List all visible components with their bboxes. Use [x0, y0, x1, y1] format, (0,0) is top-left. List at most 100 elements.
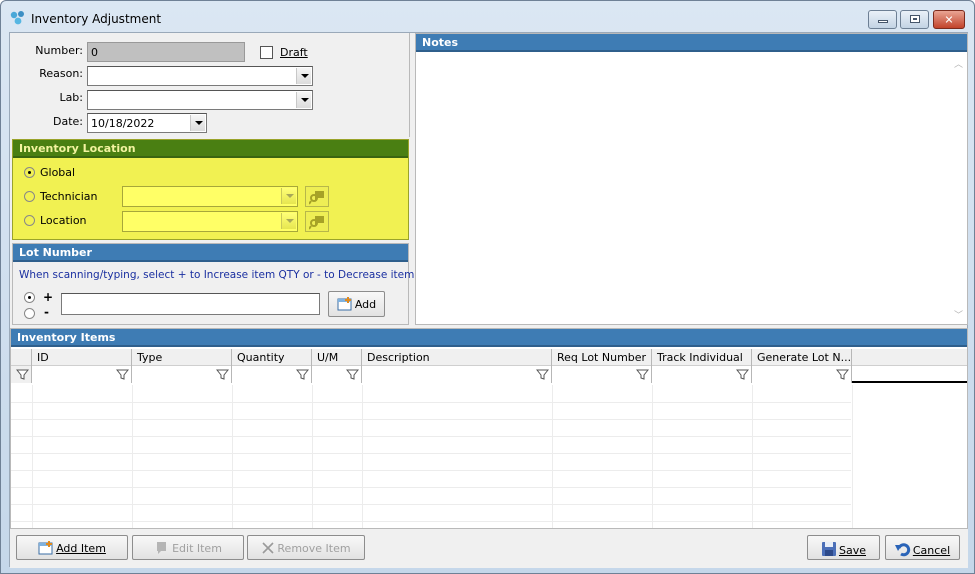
- draft-checkbox[interactable]: [260, 46, 273, 59]
- notes-scrollbar[interactable]: ︿ ﹀: [950, 54, 967, 324]
- technician-lookup-button[interactable]: [305, 186, 329, 207]
- inventory-location-panel: Inventory Location Global Technician Loc…: [12, 139, 409, 240]
- lab-select[interactable]: [87, 90, 313, 110]
- filter-cell-type[interactable]: [132, 366, 232, 383]
- column-header-description[interactable]: Description: [362, 349, 552, 366]
- global-radio[interactable]: [24, 167, 35, 178]
- grid-column-line: [232, 385, 233, 528]
- grid-row-line: [11, 521, 851, 522]
- column-header-type[interactable]: Type: [132, 349, 232, 366]
- filter-cell-generate-lot-number[interactable]: [752, 366, 852, 383]
- chevron-down-icon[interactable]: [296, 92, 311, 108]
- date-picker[interactable]: 10/18/2022: [87, 113, 207, 133]
- scroll-down-icon[interactable]: ﹀: [954, 308, 963, 321]
- add-icon: [337, 297, 352, 311]
- lot-number-panel: Lot Number When scanning/typing, select …: [12, 243, 439, 325]
- undo-icon: [894, 543, 911, 557]
- edit-item-button[interactable]: Edit Item: [132, 535, 244, 560]
- lot-add-button[interactable]: Add: [328, 291, 385, 317]
- filter-cell-description[interactable]: [362, 366, 552, 383]
- draft-label[interactable]: Draft: [280, 46, 308, 59]
- decrease-radio[interactable]: [24, 308, 35, 319]
- filter-cell-selector[interactable]: [11, 366, 32, 383]
- lookup-icon: [309, 216, 324, 230]
- filter-icon[interactable]: [346, 368, 359, 381]
- filter-cell-quantity[interactable]: [232, 366, 312, 383]
- grid-row-line: [11, 402, 851, 403]
- grid-column-line: [312, 385, 313, 528]
- filter-icon[interactable]: [636, 368, 649, 381]
- chevron-down-icon[interactable]: [190, 115, 205, 131]
- minimize-button[interactable]: [868, 10, 897, 29]
- window: Inventory Adjustment ✕ Number: 0 Draft R…: [0, 0, 975, 574]
- column-header-quantity[interactable]: Quantity: [232, 349, 312, 366]
- grid-column-line: [362, 385, 363, 528]
- location-select[interactable]: [122, 211, 298, 232]
- chevron-down-icon[interactable]: [281, 213, 296, 229]
- technician-select[interactable]: [122, 186, 298, 207]
- filter-cell-id[interactable]: [32, 366, 132, 383]
- increase-radio[interactable]: [24, 292, 35, 303]
- technician-label[interactable]: Technician: [40, 190, 97, 203]
- minus-label: -: [44, 305, 49, 319]
- lot-number-header: Lot Number: [13, 244, 408, 262]
- lot-number-input[interactable]: [61, 293, 320, 315]
- minimize-icon: [878, 20, 888, 23]
- reason-select[interactable]: [87, 66, 313, 86]
- inventory-items-panel: Inventory Items ID Type Quantity U/M Des…: [10, 328, 968, 539]
- grid-column-line: [132, 385, 133, 528]
- chevron-down-icon[interactable]: [281, 188, 296, 204]
- column-header-track-individual[interactable]: Track Individual: [652, 349, 752, 366]
- close-icon: ✕: [944, 13, 954, 26]
- date-value: 10/18/2022: [91, 117, 155, 130]
- scroll-up-icon[interactable]: ︿: [954, 57, 963, 70]
- add-item-button[interactable]: Add Item: [16, 535, 128, 560]
- filter-icon[interactable]: [836, 368, 849, 381]
- column-header-req-lot-number[interactable]: Req Lot Number: [552, 349, 652, 366]
- filter-cell-um[interactable]: [312, 366, 362, 383]
- save-icon: [821, 542, 836, 556]
- column-header-generate-lot-number[interactable]: Generate Lot N...: [752, 349, 852, 366]
- filter-cell-req-lot-number[interactable]: [552, 366, 652, 383]
- add-item-label: Add Item: [56, 542, 106, 555]
- close-button[interactable]: ✕: [933, 10, 965, 29]
- cancel-button[interactable]: Cancel: [885, 535, 960, 560]
- location-lookup-button[interactable]: [305, 211, 329, 232]
- location-radio[interactable]: [24, 215, 35, 226]
- filter-icon[interactable]: [736, 368, 749, 381]
- date-label: Date:: [53, 115, 83, 128]
- technician-radio[interactable]: [24, 191, 35, 202]
- grid-row-line: [11, 453, 851, 454]
- grid-filter-row: [11, 366, 967, 383]
- save-button[interactable]: Save: [807, 535, 880, 560]
- header-form: Number: 0 Draft Reason: Lab: Date: 10/18…: [10, 33, 410, 137]
- window-title: Inventory Adjustment: [31, 12, 162, 26]
- filter-icon[interactable]: [536, 368, 549, 381]
- chevron-down-icon[interactable]: [296, 68, 311, 84]
- column-header-id[interactable]: ID: [32, 349, 132, 366]
- grid-header-row: ID Type Quantity U/M Description Req Lot…: [11, 349, 967, 366]
- app-icon: [10, 11, 24, 25]
- global-label[interactable]: Global: [40, 166, 75, 179]
- inventory-items-grid[interactable]: ID Type Quantity U/M Description Req Lot…: [11, 349, 967, 539]
- remove-item-button[interactable]: Remove Item: [247, 535, 365, 560]
- edit-item-label: Edit Item: [172, 542, 222, 555]
- number-field: 0: [87, 42, 245, 62]
- grid-column-line: [32, 385, 33, 528]
- filter-icon[interactable]: [216, 368, 229, 381]
- action-bar: Add Item Edit Item Remove Item Save Canc…: [10, 529, 968, 568]
- filter-cell-track-individual[interactable]: [652, 366, 752, 383]
- notes-textarea[interactable]: [416, 54, 967, 324]
- filter-icon[interactable]: [116, 368, 129, 381]
- column-header-um[interactable]: U/M: [312, 349, 362, 366]
- reason-label: Reason:: [39, 67, 83, 80]
- grid-row-line: [11, 487, 851, 488]
- grid-column-line: [552, 385, 553, 528]
- maximize-button[interactable]: [900, 10, 929, 29]
- location-label[interactable]: Location: [40, 214, 87, 227]
- maximize-icon: [910, 15, 920, 23]
- filter-icon[interactable]: [296, 368, 309, 381]
- grid-row-line: [11, 436, 851, 437]
- lot-number-hint: When scanning/typing, select + to Increa…: [19, 269, 439, 281]
- title-bar[interactable]: Inventory Adjustment ✕: [1, 1, 974, 33]
